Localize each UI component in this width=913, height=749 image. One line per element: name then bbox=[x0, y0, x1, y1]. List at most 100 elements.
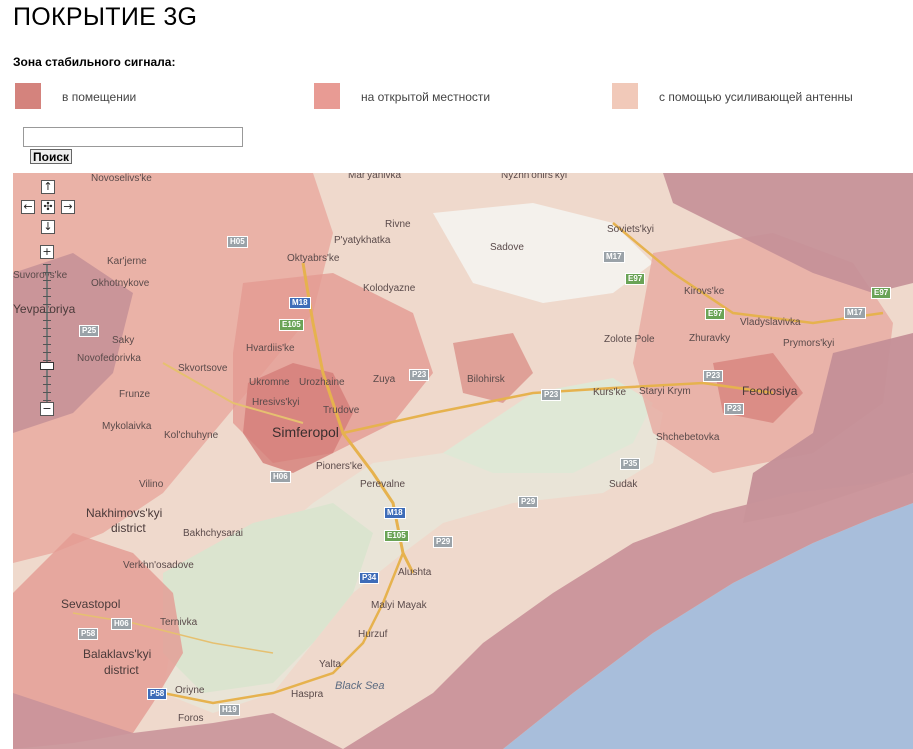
road-badge: P25 bbox=[79, 325, 100, 337]
page-title: ПОКРЫТИЕ 3G bbox=[13, 3, 198, 31]
map-canvas bbox=[13, 173, 913, 749]
place-label: Staryi Krym bbox=[639, 386, 691, 397]
zoom-slider-rail bbox=[46, 264, 48, 402]
pan-left-button[interactable]: ← bbox=[21, 200, 35, 214]
pan-down-button[interactable]: ↓ bbox=[41, 220, 55, 234]
zoom-tick bbox=[43, 392, 51, 393]
legend-swatch-indoor bbox=[15, 83, 41, 109]
place-label: Ternivka bbox=[160, 617, 198, 628]
place-label-sea: Black Sea bbox=[335, 680, 385, 692]
zoom-tick bbox=[43, 352, 51, 353]
coverage-map[interactable]: Novoselivs'ke Mar'yanivka Nyzhn'ohirs'ky… bbox=[13, 173, 913, 749]
pan-right-button[interactable]: → bbox=[61, 200, 75, 214]
zoom-in-button[interactable]: + bbox=[40, 245, 54, 259]
place-label: Bilohirsk bbox=[467, 374, 505, 385]
place-label: Verkhn'osadove bbox=[123, 560, 194, 571]
road-badge: H19 bbox=[219, 704, 240, 716]
place-label: Urozhaine bbox=[299, 377, 345, 388]
search-button[interactable]: Поиск bbox=[30, 149, 73, 164]
place-label: Kar'jerne bbox=[107, 256, 147, 267]
zoom-tick bbox=[43, 312, 51, 313]
place-label: Kol'chuhyne bbox=[164, 430, 219, 441]
road-badge: H06 bbox=[111, 618, 132, 630]
place-label: Oriyne bbox=[175, 685, 205, 696]
legend-swatch-outdoor bbox=[314, 83, 340, 109]
road-badge: P29 bbox=[433, 536, 454, 548]
road-badge: E97 bbox=[705, 308, 726, 320]
place-label: Sevastopol bbox=[61, 597, 121, 611]
place-label: Mykolaivka bbox=[102, 421, 152, 432]
place-label: Rivne bbox=[385, 219, 411, 230]
zoom-tick bbox=[43, 304, 51, 305]
place-label: Haspra bbox=[291, 689, 324, 700]
road-badge: P23 bbox=[541, 389, 562, 401]
road-badge: P23 bbox=[724, 403, 745, 415]
legend-label-outdoor: на открытой местности bbox=[361, 90, 491, 104]
zoom-tick bbox=[43, 296, 51, 297]
place-label: Hurzuf bbox=[358, 629, 388, 640]
road-badge: P34 bbox=[359, 572, 380, 584]
place-label: Kolodyazne bbox=[363, 283, 416, 294]
place-label: Hvardiis'ke bbox=[246, 343, 295, 354]
zoom-tick bbox=[43, 264, 51, 265]
place-label: Suvorovs'ke bbox=[13, 270, 68, 281]
search-input[interactable] bbox=[23, 127, 243, 147]
zoom-tick bbox=[43, 272, 51, 273]
place-label: Novofedorivka bbox=[77, 353, 141, 364]
place-label: Zolote Pole bbox=[604, 334, 655, 345]
zoom-tick bbox=[43, 336, 51, 337]
place-label: Sudak bbox=[609, 479, 638, 490]
place-label: Novoselivs'ke bbox=[91, 173, 152, 184]
place-label: Skvortsove bbox=[178, 363, 228, 374]
place-label: Balaklavs'kyi bbox=[83, 647, 152, 661]
pan-center-button[interactable]: ✣ bbox=[41, 200, 55, 214]
legend-swatch-antenna bbox=[612, 83, 638, 109]
place-label: Nakhimovs'kyi bbox=[86, 506, 163, 520]
road-badge: H06 bbox=[270, 471, 291, 483]
pan-up-button[interactable]: ↑ bbox=[41, 180, 55, 194]
road-badge: M18 bbox=[289, 297, 311, 309]
place-label: Bakhchysarai bbox=[183, 528, 244, 539]
place-label: Hresivs'kyi bbox=[252, 397, 300, 408]
place-label: Shchebetovka bbox=[656, 432, 720, 443]
place-label: Vladyslavivka bbox=[740, 317, 801, 328]
place-label: Zuya bbox=[373, 374, 396, 385]
place-label: Frunze bbox=[119, 389, 151, 400]
place-label: P'yatykhatka bbox=[334, 235, 391, 246]
legend-heading: Зона стабильного сигнала: bbox=[13, 55, 176, 69]
zoom-tick bbox=[43, 320, 51, 321]
zoom-slider[interactable] bbox=[43, 264, 51, 402]
zoom-tick bbox=[43, 360, 51, 361]
zoom-slider-thumb[interactable] bbox=[40, 362, 54, 370]
place-label: Yalta bbox=[319, 659, 342, 670]
place-label: Trudove bbox=[323, 405, 360, 416]
road-badge: M17 bbox=[603, 251, 625, 263]
zoom-tick bbox=[43, 384, 51, 385]
place-label: Kurs'ke bbox=[593, 387, 627, 398]
place-label: Pioners'ke bbox=[316, 461, 363, 472]
zoom-tick bbox=[43, 280, 51, 281]
road-badge: P58 bbox=[147, 688, 168, 700]
place-label: Ukromne bbox=[249, 377, 290, 388]
legend-label-indoor: в помещении bbox=[62, 90, 137, 104]
zoom-out-button[interactable]: − bbox=[40, 402, 54, 416]
place-label: Alushta bbox=[398, 567, 432, 578]
place-label: district bbox=[111, 521, 146, 535]
road-badge: P23 bbox=[703, 370, 724, 382]
legend-label-antenna: с помощью усиливающей антенны bbox=[659, 90, 853, 104]
place-label: Sadove bbox=[490, 242, 524, 253]
place-label-simferopol: Simferopol bbox=[272, 424, 339, 440]
place-label: Kirovs'ke bbox=[684, 286, 725, 297]
place-label: district bbox=[104, 663, 139, 677]
place-label: Oktyabrs'ke bbox=[287, 253, 340, 264]
place-label: Nyzhn'ohirs'kyi bbox=[501, 173, 568, 181]
road-badge: H05 bbox=[227, 236, 248, 248]
road-badge: M18 bbox=[384, 507, 406, 519]
road-badge: M17 bbox=[844, 307, 866, 319]
place-label: Mar'yanivka bbox=[348, 173, 402, 181]
road-badge: E105 bbox=[384, 530, 409, 542]
place-label: Okhotnykove bbox=[91, 278, 150, 289]
place-label: Perevalne bbox=[360, 479, 406, 490]
road-badge: P23 bbox=[409, 369, 430, 381]
road-badge: E97 bbox=[625, 273, 646, 285]
